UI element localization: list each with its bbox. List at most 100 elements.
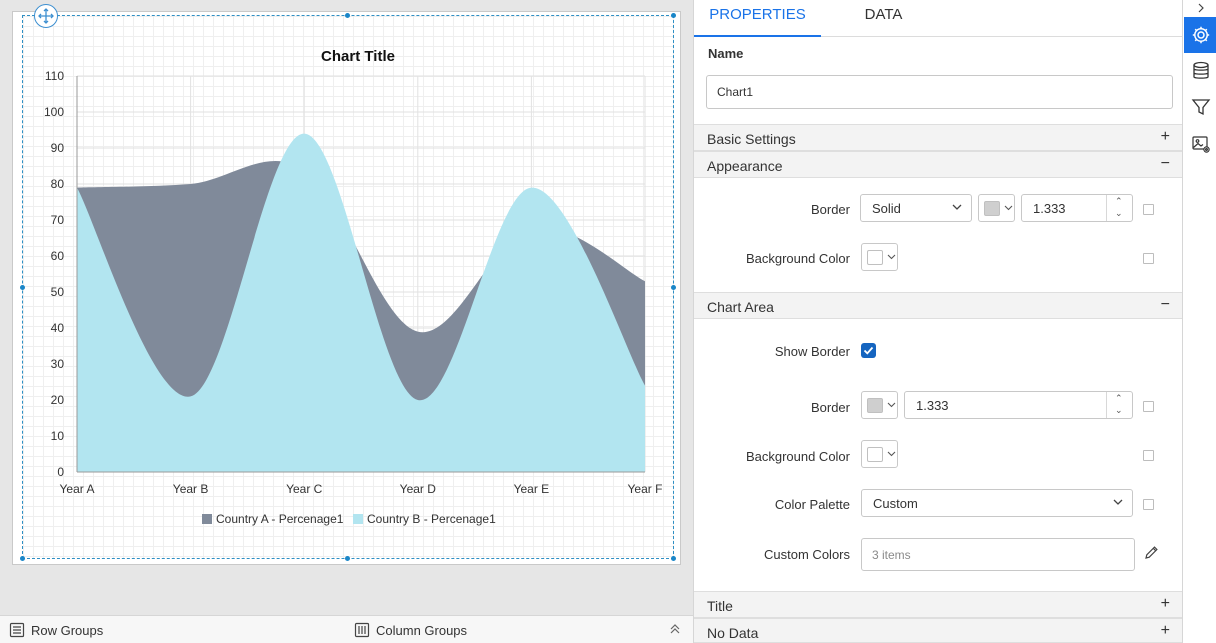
y-axis-tick-label: 100	[44, 105, 64, 119]
name-input[interactable]: Chart1	[706, 75, 1173, 109]
properties-panel: PROPERTIES DATA Name Chart1 Basic Settin…	[693, 0, 1182, 643]
x-axis-tick-labels: Year A Year B Year C Year D Year E Year F	[60, 482, 663, 496]
pencil-icon[interactable]	[1144, 545, 1159, 563]
resize-handle-bottom-left[interactable]	[20, 556, 25, 561]
chart-area-border-width-input[interactable]: 1.333 ⌃ ⌄	[904, 391, 1133, 419]
border-style-dropdown[interactable]: Solid	[860, 194, 972, 222]
show-border-label: Show Border	[774, 344, 850, 359]
border-width-spinner[interactable]: ⌃ ⌄	[1106, 195, 1132, 221]
tab-data[interactable]: DATA	[821, 0, 946, 37]
color-swatch	[867, 250, 883, 265]
settings-icon[interactable]	[1184, 17, 1216, 53]
border-reset-checkbox[interactable]	[1143, 204, 1154, 215]
chart-legend: Country A - Percenage1 Country B - Perce…	[202, 512, 496, 526]
appearance-background-label: Background Color	[745, 251, 850, 266]
chart-area-background-label: Background Color	[745, 449, 850, 464]
custom-colors-label: Custom Colors	[764, 547, 850, 562]
chart-area-border-label: Border	[810, 400, 850, 415]
x-axis-tick-label: Year A	[60, 482, 95, 496]
show-border-checkbox[interactable]	[861, 343, 876, 358]
chart-area-border-color-picker[interactable]	[861, 391, 898, 419]
row-groups-label: Row Groups	[31, 622, 104, 638]
color-swatch	[867, 398, 883, 413]
design-surface[interactable]: Chart Title 0 10 20 30 40 50 60 70 80 90 100 110 Ye…	[0, 0, 693, 615]
row-groups-button[interactable]: Row Groups	[9, 622, 103, 638]
chart-title[interactable]: Chart Title	[321, 48, 395, 65]
chart-plot: Chart Title 0 10 20 30 40 50 60 70 80 90 100 110 Ye…	[44, 48, 663, 526]
y-axis-tick-label: 110	[45, 69, 64, 83]
resize-handle-top[interactable]	[345, 13, 350, 18]
section-basic-settings-title: Basic Settings	[707, 131, 796, 147]
expand-icon[interactable]: +	[1161, 622, 1170, 640]
y-axis-tick-label: 20	[51, 393, 65, 407]
name-label: Name	[708, 46, 744, 61]
database-icon[interactable]	[1184, 53, 1216, 89]
legend-label-series-b: Country B - Percenage1	[367, 512, 496, 526]
color-swatch	[984, 201, 1000, 216]
section-no-data-title: No Data	[707, 625, 759, 641]
expand-icon[interactable]: +	[1161, 595, 1170, 613]
border-color-picker[interactable]	[978, 194, 1015, 222]
spin-up-icon[interactable]: ⌃	[1115, 393, 1123, 404]
resize-handle-top-right[interactable]	[671, 13, 676, 18]
border-width-input[interactable]: 1.333 ⌃ ⌄	[1021, 194, 1133, 222]
section-appearance[interactable]: Appearance −	[694, 151, 1182, 178]
resize-handle-right[interactable]	[671, 285, 676, 290]
image-settings-icon[interactable]	[1184, 126, 1216, 162]
y-axis-tick-label: 90	[51, 141, 65, 155]
resize-handle-left[interactable]	[20, 285, 25, 290]
section-title[interactable]: Title +	[694, 591, 1182, 618]
row-groups-icon	[9, 622, 25, 638]
section-no-data[interactable]: No Data +	[694, 618, 1182, 643]
y-axis-tick-label: 70	[51, 213, 65, 227]
filter-icon[interactable]	[1184, 89, 1216, 125]
column-groups-button[interactable]: Column Groups	[354, 622, 467, 638]
y-axis-tick-label: 60	[51, 249, 65, 263]
chevron-down-icon	[1113, 499, 1123, 505]
section-basic-settings[interactable]: Basic Settings +	[694, 124, 1182, 151]
y-axis-tick-label: 10	[51, 429, 65, 443]
x-axis-tick-label: Year D	[400, 482, 437, 496]
x-axis-tick-label: Year C	[286, 482, 323, 496]
spin-up-icon[interactable]: ⌃	[1115, 196, 1123, 207]
chart-area-border-width-value: 1.333	[916, 398, 949, 413]
chevron-down-icon	[887, 402, 896, 408]
collapse-up-icon[interactable]	[669, 622, 681, 639]
custom-colors-input[interactable]: 3 items	[861, 538, 1135, 571]
color-palette-value: Custom	[873, 495, 918, 511]
x-axis-tick-label: Year F	[628, 482, 663, 496]
background-color-picker[interactable]	[861, 243, 898, 271]
chevron-down-icon	[887, 254, 896, 260]
y-axis-tick-label: 80	[51, 177, 65, 191]
y-axis-tick-label: 50	[51, 285, 65, 299]
chart-area-background-reset-checkbox[interactable]	[1143, 450, 1154, 461]
collapse-icon[interactable]: −	[1161, 155, 1170, 173]
expand-icon[interactable]: +	[1161, 128, 1170, 146]
collapse-icon[interactable]: −	[1161, 296, 1170, 314]
chevron-down-icon	[952, 204, 962, 210]
chart-area-border-width-spinner[interactable]: ⌃ ⌄	[1106, 392, 1132, 418]
spin-down-icon[interactable]: ⌄	[1115, 405, 1123, 416]
chart-area-border-reset-checkbox[interactable]	[1143, 401, 1154, 412]
y-axis-tick-label: 30	[51, 357, 65, 371]
chart-area-background-color-picker[interactable]	[861, 440, 898, 468]
icon-rail	[1182, 0, 1216, 643]
expand-rail-icon[interactable]	[1184, 0, 1216, 16]
resize-handle-bottom-right[interactable]	[671, 556, 676, 561]
resize-handle-bottom[interactable]	[345, 556, 350, 561]
column-groups-icon	[354, 622, 370, 638]
tab-properties[interactable]: PROPERTIES	[694, 0, 821, 37]
section-title-title: Title	[707, 598, 733, 614]
legend-swatch-series-a	[202, 514, 212, 524]
color-swatch	[867, 447, 883, 462]
section-chart-area[interactable]: Chart Area −	[694, 292, 1182, 319]
spin-down-icon[interactable]: ⌄	[1115, 208, 1123, 219]
border-width-value: 1.333	[1033, 201, 1066, 216]
legend-label-series-a: Country A - Percenage1	[216, 512, 344, 526]
legend-swatch-series-b	[353, 514, 363, 524]
background-reset-checkbox[interactable]	[1143, 253, 1154, 264]
color-palette-dropdown[interactable]: Custom	[861, 489, 1133, 517]
y-axis-tick-label: 40	[51, 321, 65, 335]
color-palette-reset-checkbox[interactable]	[1143, 499, 1154, 510]
move-icon[interactable]	[34, 4, 58, 28]
